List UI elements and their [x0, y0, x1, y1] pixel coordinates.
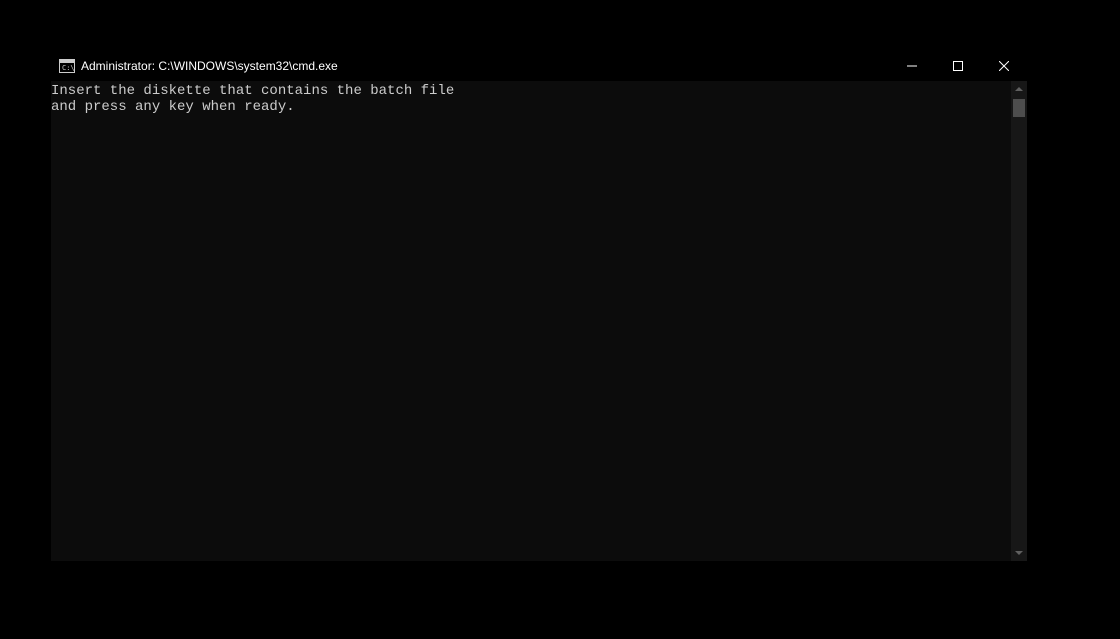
- vertical-scrollbar[interactable]: [1011, 81, 1027, 561]
- close-button[interactable]: [981, 51, 1027, 81]
- svg-text:C:\: C:\: [62, 64, 75, 72]
- window-controls: [889, 51, 1027, 81]
- console-output[interactable]: Insert the diskette that contains the ba…: [51, 81, 1011, 561]
- cmd-icon: C:\: [59, 58, 75, 74]
- client-area: Insert the diskette that contains the ba…: [51, 81, 1027, 561]
- scroll-up-arrow-icon[interactable]: [1011, 81, 1027, 97]
- scroll-down-arrow-icon[interactable]: [1011, 545, 1027, 561]
- maximize-button[interactable]: [935, 51, 981, 81]
- minimize-button[interactable]: [889, 51, 935, 81]
- scroll-thumb[interactable]: [1013, 99, 1025, 117]
- window-title: Administrator: C:\WINDOWS\system32\cmd.e…: [81, 59, 889, 73]
- scroll-track[interactable]: [1011, 97, 1027, 545]
- cmd-window: C:\ Administrator: C:\WINDOWS\system32\c…: [51, 51, 1027, 561]
- titlebar[interactable]: C:\ Administrator: C:\WINDOWS\system32\c…: [51, 51, 1027, 81]
